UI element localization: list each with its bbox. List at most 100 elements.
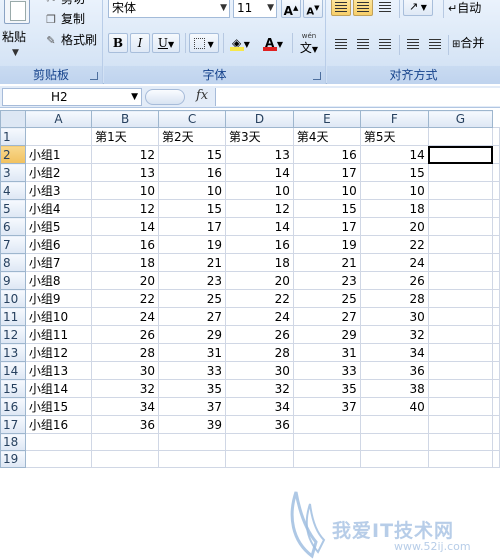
column-header-g[interactable]: G bbox=[427, 110, 494, 128]
select-all-corner[interactable] bbox=[0, 110, 26, 128]
cell-f12[interactable]: 32 bbox=[359, 325, 429, 344]
cell-h17[interactable] bbox=[492, 415, 500, 434]
cell-g13[interactable] bbox=[427, 343, 494, 362]
cell-f3[interactable]: 15 bbox=[359, 163, 429, 182]
cell-e9[interactable]: 23 bbox=[292, 271, 361, 290]
cell-b2[interactable]: 12 bbox=[91, 145, 160, 164]
cell-b19[interactable] bbox=[91, 450, 160, 468]
column-header-e[interactable]: E bbox=[292, 110, 361, 128]
cell-e7[interactable]: 19 bbox=[292, 235, 361, 254]
borders-button[interactable]: ▼ bbox=[189, 33, 219, 53]
cell-d14[interactable]: 30 bbox=[224, 361, 294, 380]
cell-b16[interactable]: 34 bbox=[91, 397, 160, 416]
cell-b1[interactable]: 第1天 bbox=[91, 127, 160, 146]
cell-e12[interactable]: 29 bbox=[292, 325, 361, 344]
clipboard-dialog-launcher[interactable] bbox=[90, 72, 98, 80]
row-header[interactable]: 17 bbox=[0, 415, 26, 434]
cell-c14[interactable]: 33 bbox=[158, 361, 226, 380]
cell-d8[interactable]: 18 bbox=[224, 253, 294, 272]
column-header-d[interactable]: D bbox=[224, 110, 294, 128]
orientation-button[interactable]: ↗ ▼ bbox=[403, 0, 433, 16]
cell-a5[interactable]: 小组4 bbox=[24, 199, 93, 218]
row-header[interactable]: 4 bbox=[0, 181, 26, 200]
cell-h16[interactable] bbox=[492, 397, 500, 416]
column-header-f[interactable]: F bbox=[359, 110, 429, 128]
cell-d3[interactable]: 14 bbox=[224, 163, 294, 182]
grow-font-button[interactable]: A▲ bbox=[281, 0, 301, 18]
cell-g5[interactable] bbox=[427, 199, 494, 218]
row-header[interactable]: 1 bbox=[0, 127, 26, 146]
row-header[interactable]: 7 bbox=[0, 235, 26, 254]
cell-e17[interactable] bbox=[292, 415, 361, 434]
cell-h6[interactable] bbox=[492, 217, 500, 236]
cell-e5[interactable]: 15 bbox=[292, 199, 361, 218]
cell-f16[interactable]: 40 bbox=[359, 397, 429, 416]
cell-g11[interactable] bbox=[427, 307, 494, 326]
cell-e11[interactable]: 27 bbox=[292, 307, 361, 326]
fill-color-button[interactable]: ◈ ▼ bbox=[226, 33, 256, 53]
cell-b4[interactable]: 10 bbox=[91, 181, 160, 200]
cell-a9[interactable]: 小组8 bbox=[24, 271, 93, 290]
font-size-combo[interactable]: 11 ▼ bbox=[233, 0, 277, 18]
column-header-b[interactable]: B bbox=[91, 110, 160, 128]
cell-h7[interactable] bbox=[492, 235, 500, 254]
cell-d18[interactable] bbox=[224, 433, 294, 451]
cell-e3[interactable]: 17 bbox=[292, 163, 361, 182]
row-header[interactable]: 6 bbox=[0, 217, 26, 236]
cell-f14[interactable]: 36 bbox=[359, 361, 429, 380]
align-center-button[interactable] bbox=[353, 33, 373, 53]
cell-g10[interactable] bbox=[427, 289, 494, 308]
cell-d16[interactable]: 34 bbox=[224, 397, 294, 416]
italic-button[interactable]: I bbox=[130, 33, 150, 53]
cell-d15[interactable]: 32 bbox=[224, 379, 294, 398]
cell-a2[interactable]: 小组1 bbox=[24, 145, 93, 164]
cell-c18[interactable] bbox=[158, 433, 226, 451]
row-header[interactable]: 13 bbox=[0, 343, 26, 362]
cell-d9[interactable]: 20 bbox=[224, 271, 294, 290]
cell-a16[interactable]: 小组15 bbox=[24, 397, 93, 416]
cell-h15[interactable] bbox=[492, 379, 500, 398]
cell-b11[interactable]: 24 bbox=[91, 307, 160, 326]
cell-e13[interactable]: 31 bbox=[292, 343, 361, 362]
cell-f13[interactable]: 34 bbox=[359, 343, 429, 362]
cell-g12[interactable] bbox=[427, 325, 494, 344]
cell-h12[interactable] bbox=[492, 325, 500, 344]
cell-d6[interactable]: 14 bbox=[224, 217, 294, 236]
shrink-font-button[interactable]: A▼ bbox=[303, 0, 323, 18]
cell-d13[interactable]: 28 bbox=[224, 343, 294, 362]
cell-c1[interactable]: 第2天 bbox=[158, 127, 226, 146]
cell-e19[interactable] bbox=[292, 450, 361, 468]
cell-f5[interactable]: 18 bbox=[359, 199, 429, 218]
cell-g3[interactable] bbox=[427, 163, 494, 182]
row-header[interactable]: 2 bbox=[0, 145, 26, 164]
column-header-c[interactable]: C bbox=[158, 110, 226, 128]
cell-d11[interactable]: 24 bbox=[224, 307, 294, 326]
cell-a17[interactable]: 小组16 bbox=[24, 415, 93, 434]
formula-bar-splitter[interactable] bbox=[145, 89, 185, 105]
cell-c16[interactable]: 37 bbox=[158, 397, 226, 416]
cell-b9[interactable]: 20 bbox=[91, 271, 160, 290]
cell-f15[interactable]: 38 bbox=[359, 379, 429, 398]
paste-dropdown-icon[interactable]: ▼ bbox=[12, 48, 19, 58]
cell-h10[interactable] bbox=[492, 289, 500, 308]
cell-c9[interactable]: 23 bbox=[158, 271, 226, 290]
cell-h14[interactable] bbox=[492, 361, 500, 380]
cell-a1[interactable] bbox=[24, 127, 93, 146]
merge-center-button[interactable]: ⊞合并 bbox=[451, 33, 499, 53]
column-header-a[interactable]: A bbox=[24, 110, 93, 128]
row-header[interactable]: 8 bbox=[0, 253, 26, 272]
row-header[interactable]: 11 bbox=[0, 307, 26, 326]
cell-c12[interactable]: 29 bbox=[158, 325, 226, 344]
wrap-text-button[interactable]: ↵自动 bbox=[447, 0, 499, 18]
cell-b14[interactable]: 30 bbox=[91, 361, 160, 380]
cell-f8[interactable]: 24 bbox=[359, 253, 429, 272]
cell-c5[interactable]: 15 bbox=[158, 199, 226, 218]
chevron-down-icon[interactable]: ▼ bbox=[131, 89, 138, 105]
cell-c17[interactable]: 39 bbox=[158, 415, 226, 434]
paste-icon[interactable] bbox=[4, 0, 30, 24]
cell-d1[interactable]: 第3天 bbox=[224, 127, 294, 146]
cell-h9[interactable] bbox=[492, 271, 500, 290]
cell-b10[interactable]: 22 bbox=[91, 289, 160, 308]
cell-h13[interactable] bbox=[492, 343, 500, 362]
cell-c15[interactable]: 35 bbox=[158, 379, 226, 398]
